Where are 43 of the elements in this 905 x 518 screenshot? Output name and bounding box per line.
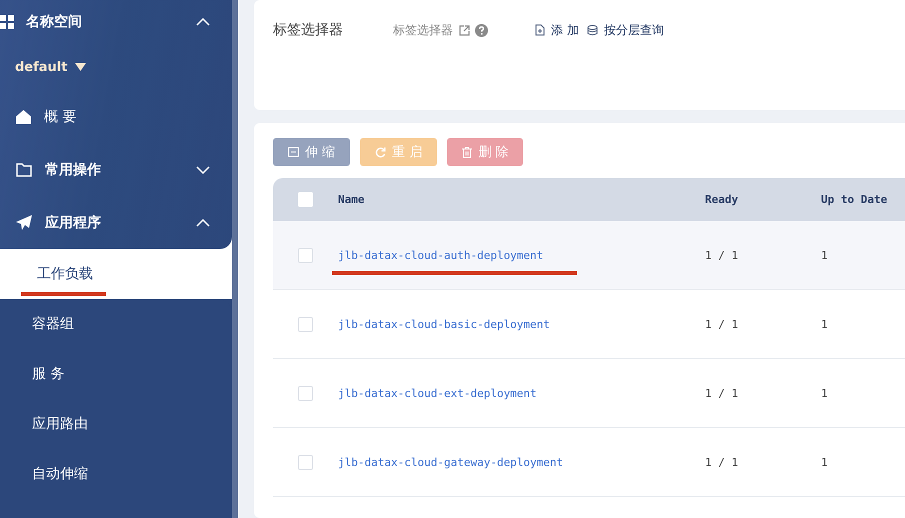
filter-label: 标签选择器 bbox=[273, 21, 344, 39]
grid-icon bbox=[0, 15, 14, 29]
table-cell-text: 1 / 1 bbox=[705, 248, 740, 262]
table-cell: 1 bbox=[821, 456, 828, 468]
table-row[interactable]: jlb-datax-cloud-auth-deployment 1 / 1 1 bbox=[273, 221, 905, 290]
file-plus-icon bbox=[535, 24, 545, 36]
folder-icon bbox=[16, 162, 32, 176]
table-cell-text: 1 / 1 bbox=[705, 318, 740, 330]
add-button[interactable]: 添 加 bbox=[535, 22, 579, 38]
menu-group[interactable]: 应用程序 bbox=[0, 196, 232, 249]
deployment-link[interactable]: jlb-datax-cloud-auth-deployment bbox=[338, 248, 544, 262]
refresh-icon bbox=[375, 146, 386, 158]
table-cell-text: 1 / 1 bbox=[705, 456, 740, 468]
column-header: Up to Date bbox=[821, 193, 888, 206]
home-icon bbox=[16, 110, 31, 124]
chevron-icon[interactable] bbox=[196, 18, 210, 26]
caret-icon bbox=[75, 63, 86, 71]
select-all-checkbox[interactable] bbox=[298, 192, 313, 207]
database-icon bbox=[586, 24, 598, 36]
external-link-icon[interactable] bbox=[459, 24, 470, 36]
layer-query-button[interactable]: 按分层查询 bbox=[586, 22, 664, 38]
help-icon[interactable] bbox=[475, 24, 488, 36]
deployment-link[interactable]: jlb-datax-cloud-ext-deployment bbox=[338, 386, 537, 400]
menu-item[interactable]: 概 要 bbox=[0, 90, 232, 143]
deployment-link[interactable]: jlb-datax-cloud-basic-deployment bbox=[338, 318, 550, 330]
row-checkbox[interactable] bbox=[298, 386, 313, 400]
table-cell: 1 bbox=[821, 386, 828, 400]
paper-plane-icon bbox=[16, 215, 32, 230]
table-cell-text: 1 / 1 bbox=[705, 386, 740, 400]
table-cell: 1 bbox=[821, 318, 828, 330]
row-checkbox[interactable] bbox=[298, 248, 313, 262]
menu-group[interactable]: 常用操作 bbox=[0, 143, 232, 196]
table-cell: 1 bbox=[821, 248, 828, 262]
namespace-label: 名称空间 bbox=[26, 13, 83, 31]
namespace-select[interactable]: default bbox=[15, 44, 86, 90]
submenu-item[interactable]: 工作负载 bbox=[0, 249, 232, 299]
column-header: Name bbox=[338, 193, 366, 206]
resize-icon bbox=[288, 147, 299, 157]
trash-icon bbox=[462, 146, 472, 158]
deployment-link[interactable]: jlb-datax-cloud-gateway-deployment bbox=[338, 456, 564, 468]
row-checkbox[interactable] bbox=[298, 454, 313, 470]
column-header: Ready bbox=[705, 193, 740, 206]
row-checkbox[interactable] bbox=[298, 316, 313, 332]
